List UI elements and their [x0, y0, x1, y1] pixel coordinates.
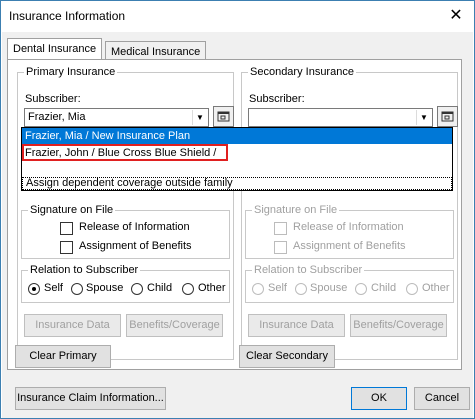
primary-subscriber-value: Frazier, Mia — [28, 111, 86, 123]
primary-insurance-legend: Primary Insurance — [24, 66, 118, 78]
primary-relation-spouse-label: Spouse — [86, 282, 124, 294]
primary-signature-legend: Signature on File — [28, 204, 116, 216]
subscriber-dropdown-list: Frazier, Mia / New Insurance Plan Frazie… — [21, 127, 453, 191]
primary-relation-self-label: Self — [44, 282, 63, 294]
primary-subscriber-lookup-button[interactable] — [213, 106, 234, 127]
secondary-release-label: Release of Information — [293, 221, 404, 233]
clear-secondary-button[interactable]: Clear Secondary — [239, 345, 335, 368]
primary-assignment-checkbox[interactable] — [60, 241, 73, 254]
primary-release-label: Release of Information — [79, 221, 190, 233]
secondary-insurance-legend: Secondary Insurance — [248, 66, 356, 78]
secondary-relation-self-label: Self — [268, 282, 287, 294]
secondary-benefits-coverage-button[interactable]: Benefits/Coverage — [350, 314, 447, 337]
primary-benefits-coverage-button[interactable]: Benefits/Coverage — [126, 314, 223, 337]
dropdown-option-assign-dependent[interactable]: Assign dependent coverage outside family — [22, 177, 452, 190]
secondary-relation-other-radio[interactable] — [406, 283, 418, 295]
window-title: Insurance Information — [9, 9, 126, 23]
insurance-information-window: Insurance Information ✕ Dental Insurance… — [0, 0, 475, 419]
secondary-insurance-data-button[interactable]: Insurance Data — [248, 314, 345, 337]
highlight-box — [22, 144, 228, 161]
chevron-down-icon[interactable]: ▼ — [192, 110, 207, 125]
primary-relation-child-label: Child — [147, 282, 173, 294]
radio-selected-dot — [32, 287, 36, 291]
secondary-release-checkbox[interactable] — [274, 222, 287, 235]
primary-relation-other-radio[interactable] — [182, 283, 194, 295]
secondary-assignment-checkbox[interactable] — [274, 241, 287, 254]
secondary-subscriber-lookup-button[interactable] — [437, 106, 458, 127]
secondary-insurance-group: Secondary Insurance Subscriber: ▼ Signat… — [241, 66, 458, 360]
primary-subscriber-select[interactable]: Frazier, Mia ▼ — [24, 108, 209, 127]
secondary-relation-spouse-radio[interactable] — [295, 283, 307, 295]
primary-subscriber-label: Subscriber: — [25, 93, 81, 105]
secondary-relation-spouse-label: Spouse — [310, 282, 348, 294]
primary-signature-group: Signature on File Release of Information… — [21, 204, 230, 259]
ok-button[interactable]: OK — [351, 387, 407, 410]
window-lookup-icon — [217, 111, 230, 122]
primary-relation-legend: Relation to Subscriber — [28, 264, 141, 276]
primary-insurance-data-button[interactable]: Insurance Data — [24, 314, 121, 337]
secondary-relation-legend: Relation to Subscriber — [252, 264, 365, 276]
secondary-relation-child-label: Child — [371, 282, 397, 294]
chevron-down-icon[interactable]: ▼ — [416, 110, 431, 125]
cancel-button[interactable]: Cancel — [414, 387, 470, 410]
dropdown-option-mia[interactable]: Frazier, Mia / New Insurance Plan — [22, 128, 452, 144]
primary-assignment-label: Assignment of Benefits — [79, 240, 192, 252]
primary-relation-group: Relation to Subscriber Self Spouse Child… — [21, 264, 230, 303]
secondary-relation-self-radio[interactable] — [252, 283, 264, 295]
primary-relation-other-label: Other — [198, 282, 226, 294]
insurance-claim-information-button[interactable]: Insurance Claim Information... — [15, 387, 166, 410]
secondary-subscriber-select[interactable]: ▼ — [248, 108, 433, 127]
primary-relation-child-radio[interactable] — [131, 283, 143, 295]
secondary-relation-group: Relation to Subscriber Self Spouse Child… — [245, 264, 454, 303]
window-lookup-icon — [441, 111, 454, 122]
secondary-signature-legend: Signature on File — [252, 204, 340, 216]
secondary-assignment-label: Assignment of Benefits — [293, 240, 406, 252]
tab-panel-dental: Primary Insurance Subscriber: Frazier, M… — [7, 59, 462, 370]
secondary-subscriber-label: Subscriber: — [249, 93, 305, 105]
primary-insurance-group: Primary Insurance Subscriber: Frazier, M… — [17, 66, 234, 360]
secondary-relation-child-radio[interactable] — [355, 283, 367, 295]
secondary-relation-other-label: Other — [422, 282, 450, 294]
clear-primary-button[interactable]: Clear Primary — [15, 345, 111, 368]
dialog-client: Dental Insurance Medical Insurance Prima… — [2, 32, 473, 418]
primary-release-checkbox[interactable] — [60, 222, 73, 235]
title-bar: Insurance Information ✕ — [1, 1, 474, 31]
primary-relation-spouse-radio[interactable] — [71, 283, 83, 295]
primary-relation-self-radio[interactable] — [28, 283, 40, 295]
close-icon[interactable]: ✕ — [444, 5, 468, 27]
secondary-signature-group: Signature on File Release of Information… — [245, 204, 454, 259]
